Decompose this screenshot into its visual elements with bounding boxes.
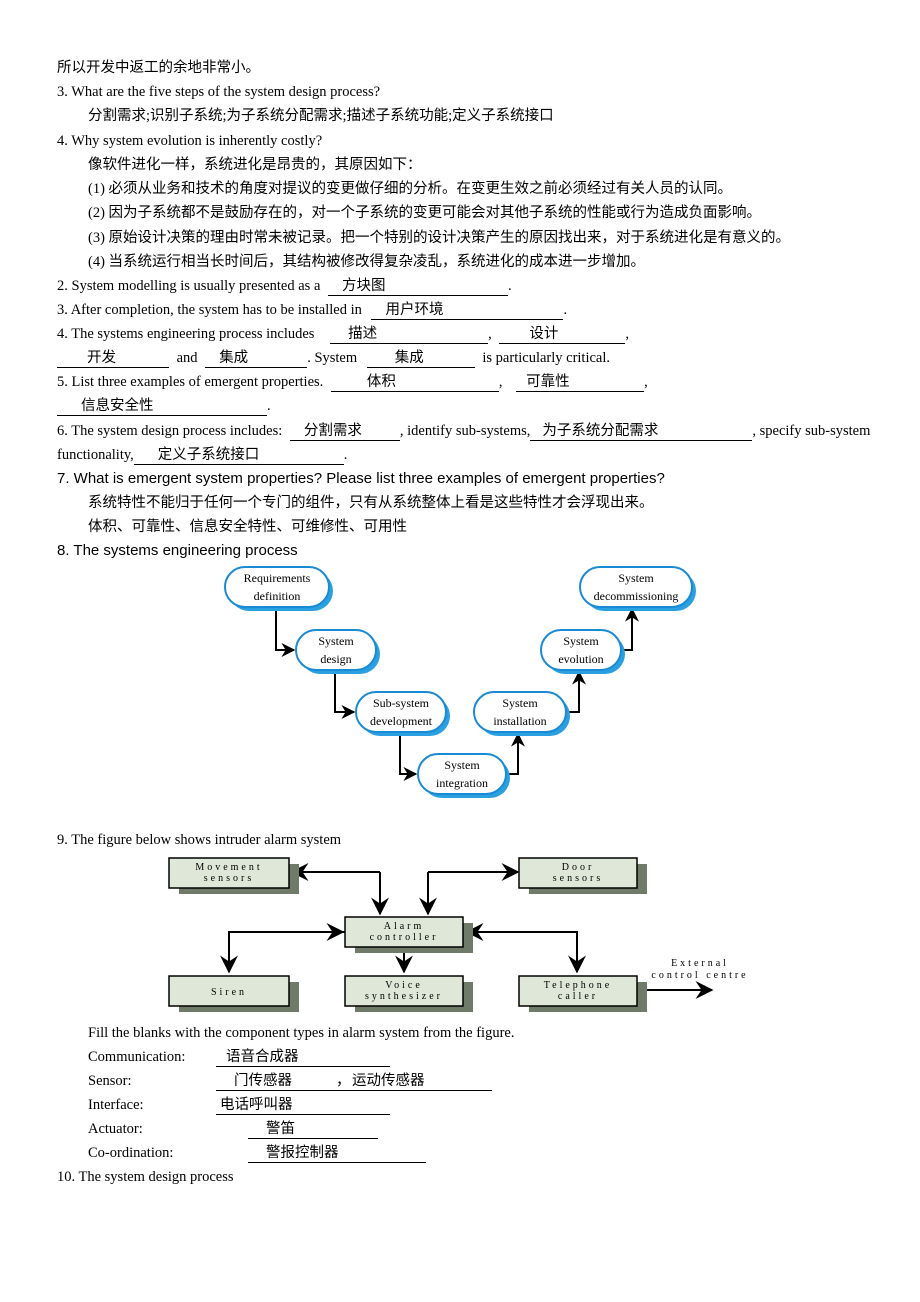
alarm-box-telephone: Telephonecaller: [518, 975, 647, 1012]
row-label: Actuator:: [88, 1121, 143, 1137]
q9-row-actuator: Actuator: 警笛: [88, 1119, 378, 1139]
box-label: caller: [558, 991, 598, 1002]
row-answer-2: 运动传感器: [352, 1073, 492, 1091]
row-label: Communication:: [88, 1049, 186, 1065]
row-answer: 门传感器: [216, 1073, 336, 1091]
q9-row-sensor: Sensor: 门传感器，运动传感器: [88, 1071, 492, 1091]
box-label: Telephone: [544, 980, 613, 991]
arrow-controller-to-telephone: [465, 931, 586, 974]
arrow-controller-to-siren: [220, 931, 345, 974]
box-label: controller: [370, 932, 439, 943]
row-label: Co-ordination:: [88, 1145, 174, 1161]
row-answer: 警笛: [248, 1121, 378, 1139]
alarm-box-movement: Movementsensors: [168, 857, 299, 894]
box-label: synthesizer: [365, 991, 443, 1002]
box-label: Movement: [195, 862, 262, 873]
alarm-box-controller: Alarmcontroller: [344, 916, 473, 953]
row-label: Interface:: [88, 1097, 144, 1113]
box-label: sensors: [204, 873, 254, 884]
alarm-box-siren: Siren: [168, 975, 299, 1012]
q9-row-interface: Interface: 电话呼叫器: [88, 1095, 390, 1115]
q9-instruction: Fill the blanks with the component types…: [88, 1025, 515, 1041]
alarm-box-door: Doorsensors: [518, 857, 647, 894]
alarm-boxes: MovementsensorsDoorsensorsAlarmcontrolle…: [168, 857, 647, 1012]
box-label: Alarm: [384, 921, 425, 932]
row-separator: ，: [336, 1073, 352, 1091]
q9-row-coordination: Co-ordination: 警报控制器: [88, 1143, 426, 1163]
row-answer: 警报控制器: [248, 1145, 426, 1163]
box-label: Siren: [211, 987, 247, 998]
q9-row-communication: Communication: 语音合成器: [88, 1047, 390, 1067]
box-label: sensors: [553, 873, 603, 884]
external-label-1: External: [671, 958, 729, 969]
row-answer: 语音合成器: [216, 1049, 390, 1067]
row-label: Sensor:: [88, 1073, 132, 1089]
alarm-box-voice: Voicesynthesizer: [344, 975, 473, 1012]
q10-title: 10. The system design process: [57, 1169, 234, 1185]
external-label-2: control centre: [651, 970, 748, 981]
alarm-system-diagram: MovementsensorsDoorsensorsAlarmcontrolle…: [168, 857, 748, 1012]
row-answer: 电话呼叫器: [216, 1097, 390, 1115]
box-label: Door: [562, 862, 595, 873]
box-label: Voice: [385, 980, 423, 991]
